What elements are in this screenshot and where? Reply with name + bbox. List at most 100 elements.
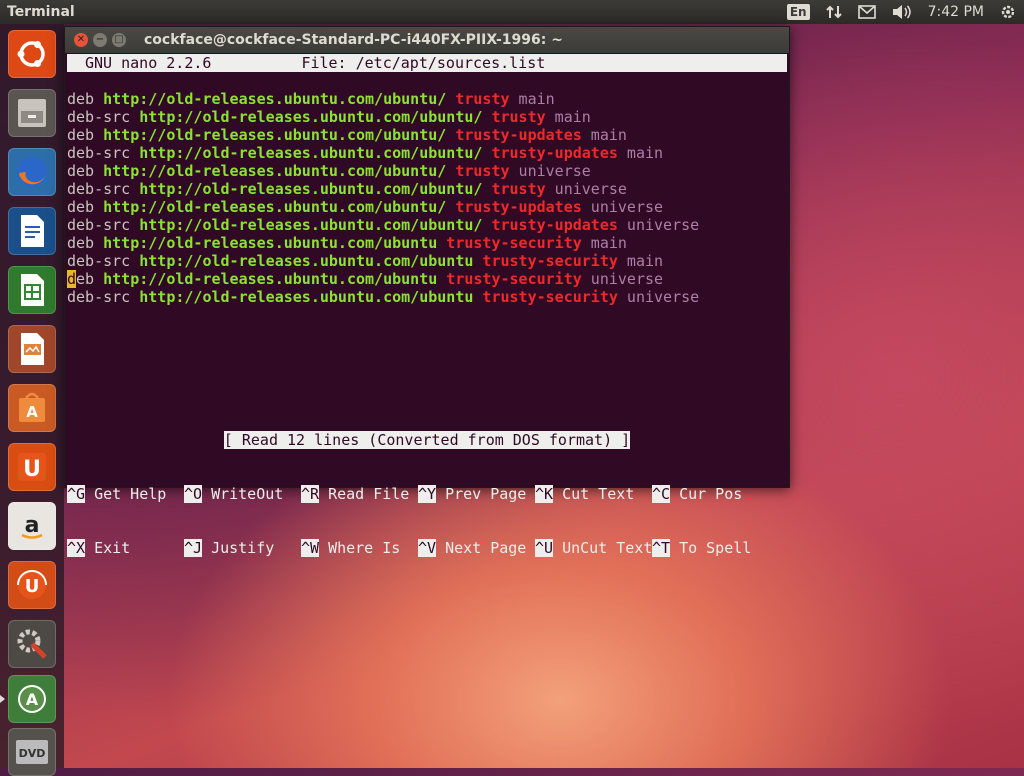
source-distribution: trusty-security — [446, 234, 582, 252]
close-window-button[interactable]: ✕ — [74, 33, 88, 47]
window-titlebar[interactable]: ✕ − □ cockface@cockface-Standard-PC-i440… — [65, 27, 789, 53]
keyboard-layout-indicator[interactable]: En — [786, 4, 810, 20]
mail-icon[interactable] — [857, 5, 876, 19]
source-url: http://old-releases.ubuntu.com/ubuntu/ — [103, 126, 447, 144]
source-line[interactable]: deb-src http://old-releases.ubuntu.com/u… — [67, 180, 789, 198]
amazon-icon[interactable]: a — [8, 502, 56, 550]
shortcut-item[interactable]: ^K Cut Text — [535, 485, 652, 503]
svg-text:DVD: DVD — [19, 747, 46, 760]
source-url: http://old-releases.ubuntu.com/ubuntu — [139, 288, 474, 306]
source-distribution: trusty-security — [482, 288, 618, 306]
system-settings-icon[interactable] — [8, 620, 56, 668]
shortcut-item[interactable]: ^X Exit — [67, 539, 184, 557]
files-icon[interactable] — [8, 89, 56, 137]
source-url: http://old-releases.ubuntu.com/ubuntu — [103, 270, 438, 288]
source-line[interactable]: deb-src http://old-releases.ubuntu.com/u… — [67, 108, 789, 126]
source-url: http://old-releases.ubuntu.com/ubuntu/ — [139, 216, 483, 234]
source-component: universe — [518, 162, 591, 180]
source-url: http://old-releases.ubuntu.com/ubuntu/ — [103, 198, 447, 216]
status-message: [ Read 12 lines (Converted from DOS form… — [223, 431, 631, 449]
shortcut-item[interactable]: ^T To Spell — [652, 539, 769, 557]
shortcut-key: ^O — [184, 485, 203, 503]
shortcut-item[interactable]: ^V Next Page — [418, 539, 535, 557]
source-line[interactable]: deb-src http://old-releases.ubuntu.com/u… — [67, 144, 789, 162]
indicator-area: En 7:42 PM — [779, 0, 1024, 24]
source-component: main — [554, 108, 591, 126]
ubuntu-dash-icon[interactable] — [8, 30, 56, 78]
source-line[interactable]: deb-src http://old-releases.ubuntu.com/u… — [67, 252, 789, 270]
source-line[interactable]: deb http://old-releases.ubuntu.com/ubunt… — [67, 198, 789, 216]
svg-text:U: U — [25, 576, 40, 597]
shortcut-item[interactable]: ^R Read File — [301, 485, 418, 503]
source-type: deb — [67, 234, 95, 252]
shortcut-row: ^X Exit ^J Justify ^W Where Is ^V Next Page ^U Un… — [67, 539, 769, 557]
shortcut-key: ^X — [67, 539, 86, 557]
shortcut-item[interactable]: ^G Get Help — [67, 485, 184, 503]
shortcut-key: ^Y — [418, 485, 437, 503]
source-distribution: trusty — [491, 108, 546, 126]
software-center-icon[interactable]: A — [8, 384, 56, 432]
source-line[interactable]: deb http://old-releases.ubuntu.com/ubunt… — [67, 90, 789, 108]
source-component: main — [626, 144, 664, 162]
source-distribution: trusty — [491, 180, 546, 198]
source-type: deb-src — [67, 216, 131, 234]
shortcut-label: Cut Text — [562, 485, 635, 503]
source-component: universe — [554, 180, 627, 198]
nano-version: GNU nano 2.2.6 — [85, 54, 212, 72]
libreoffice-impress-icon[interactable] — [8, 325, 56, 373]
source-line[interactable]: deb-src http://old-releases.ubuntu.com/u… — [67, 288, 789, 306]
source-url: http://old-releases.ubuntu.com/ubuntu/ — [139, 180, 483, 198]
firefox-icon[interactable] — [8, 148, 56, 196]
shortcut-key: ^J — [184, 539, 203, 557]
ubuntu-one-icon[interactable]: U — [8, 443, 56, 491]
shortcut-label: Exit — [94, 539, 131, 557]
keyboard-layout-label: En — [786, 4, 810, 20]
source-component: universe — [590, 198, 664, 216]
power-gear-icon[interactable] — [1000, 4, 1016, 20]
shortcut-label: Prev Page — [445, 485, 527, 503]
libreoffice-writer-icon[interactable] — [8, 207, 56, 255]
shortcut-item[interactable]: ^J Justify — [184, 539, 301, 557]
source-line[interactable]: deb http://old-releases.ubuntu.com/ubunt… — [67, 126, 789, 144]
clock[interactable]: 7:42 PM — [928, 4, 984, 20]
source-type: deb-src — [67, 144, 131, 162]
source-line[interactable]: deb http://old-releases.ubuntu.com/ubunt… — [67, 162, 789, 180]
minimize-window-button[interactable]: − — [93, 33, 107, 47]
shortcut-label: Justify — [211, 539, 275, 557]
shortcut-label: Read File — [328, 485, 410, 503]
shortcut-bar: ^G Get Help ^O WriteOut ^R Read File ^Y Prev Pa… — [67, 449, 769, 593]
shortcut-key: ^R — [301, 485, 320, 503]
shortcut-key: ^U — [535, 539, 554, 557]
shortcut-key: ^C — [652, 485, 671, 503]
text-cursor: d — [67, 270, 77, 288]
shortcut-item[interactable]: ^C Cur Pos — [652, 485, 769, 503]
nano-status-line: [ Read 12 lines (Converted from DOS form… — [65, 431, 789, 449]
dvd-icon[interactable]: DVD — [8, 728, 56, 776]
ubuntu-one-music-icon[interactable]: U — [8, 561, 56, 609]
launcher: A U a U A DVD — [0, 24, 64, 776]
nano-filename: File: /etc/apt/sources.list — [301, 54, 546, 72]
volume-icon[interactable] — [892, 4, 912, 20]
source-type: deb-src — [67, 288, 131, 306]
editor-area[interactable]: deb http://old-releases.ubuntu.com/ubunt… — [67, 90, 789, 306]
source-component: universe — [626, 288, 700, 306]
shortcut-item[interactable]: ^U UnCut Text — [535, 539, 652, 557]
shortcut-item[interactable]: ^O WriteOut — [184, 485, 301, 503]
software-updater-icon[interactable]: A — [8, 675, 56, 723]
source-line[interactable]: deb http://old-releases.ubuntu.com/ubunt… — [67, 234, 789, 252]
shortcut-key: ^G — [67, 485, 86, 503]
libreoffice-calc-icon[interactable] — [8, 266, 56, 314]
source-line[interactable]: deb http://old-releases.ubuntu.com/ubunt… — [67, 270, 789, 288]
network-icon[interactable] — [825, 4, 842, 20]
maximize-window-button[interactable]: □ — [112, 33, 126, 47]
shortcut-label: UnCut Text — [562, 539, 653, 557]
shortcut-item[interactable]: ^Y Prev Page — [418, 485, 535, 503]
terminal-window: ✕ − □ cockface@cockface-Standard-PC-i440… — [64, 26, 790, 557]
source-line[interactable]: deb-src http://old-releases.ubuntu.com/u… — [67, 216, 789, 234]
svg-text:A: A — [26, 403, 38, 421]
shortcut-item[interactable]: ^W Where Is — [301, 539, 418, 557]
svg-text:U: U — [23, 457, 41, 482]
shortcut-label: WriteOut — [211, 485, 284, 503]
source-distribution: trusty-updates — [491, 144, 618, 162]
